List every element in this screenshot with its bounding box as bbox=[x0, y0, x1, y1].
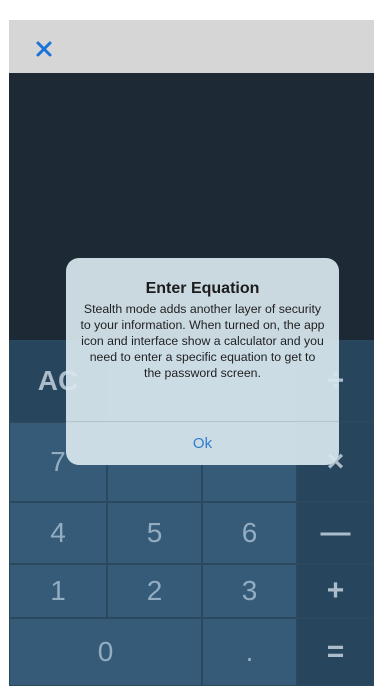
zero-button[interactable]: 0 bbox=[9, 618, 202, 686]
decimal-button[interactable]: . bbox=[202, 618, 297, 686]
close-button[interactable] bbox=[35, 40, 53, 58]
enter-equation-dialog: Enter Equation Stealth mode adds another… bbox=[66, 258, 339, 465]
ok-button[interactable]: Ok bbox=[66, 422, 339, 465]
close-icon bbox=[36, 41, 52, 57]
four-button[interactable]: 4 bbox=[9, 502, 107, 564]
six-button[interactable]: 6 bbox=[202, 502, 297, 564]
plus-button[interactable]: + bbox=[297, 564, 374, 618]
equals-button[interactable]: = bbox=[297, 618, 374, 686]
five-button[interactable]: 5 bbox=[107, 502, 202, 564]
top-bar bbox=[9, 20, 374, 73]
minus-button[interactable]: — bbox=[297, 502, 374, 564]
dialog-title: Enter Equation bbox=[145, 280, 260, 297]
dialog-message: Stealth mode adds another layer of secur… bbox=[80, 302, 325, 380]
app-screen: AC ÷ 7 × 4 5 6 — 1 2 3 + 0 . = Enter Equ… bbox=[9, 20, 374, 686]
one-button[interactable]: 1 bbox=[9, 564, 107, 618]
three-button[interactable]: 3 bbox=[202, 564, 297, 618]
two-button[interactable]: 2 bbox=[107, 564, 202, 618]
